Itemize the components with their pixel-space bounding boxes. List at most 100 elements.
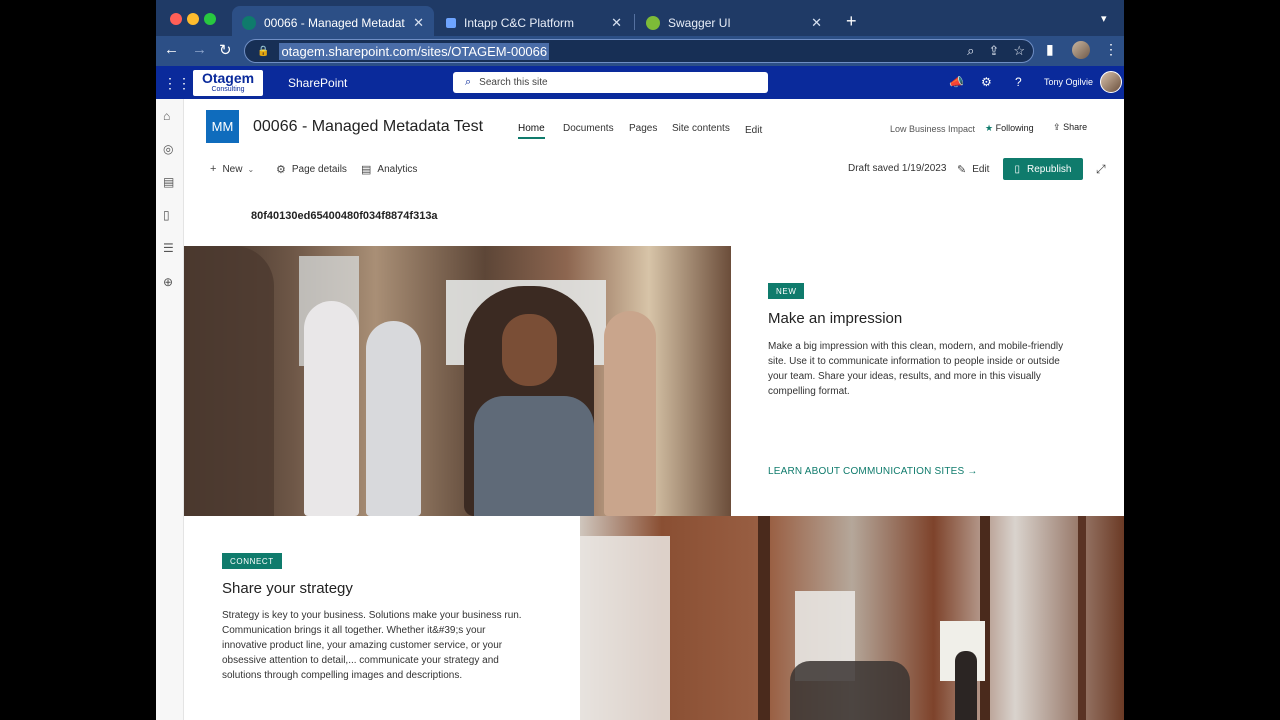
site-logo[interactable]: MM: [206, 110, 239, 143]
close-window-button[interactable]: [170, 13, 182, 25]
browser-tab-sharepoint[interactable]: 00066 - Managed Metadata Te ✕: [232, 6, 434, 40]
swagger-favicon-icon: [646, 16, 660, 30]
zoom-icon[interactable]: ⌕: [967, 43, 974, 59]
user-name[interactable]: Tony Ogilvie: [1044, 77, 1093, 87]
globe-icon[interactable]: ◎: [163, 142, 173, 156]
new-tab-button[interactable]: +: [846, 11, 857, 32]
edit-label: Edit: [972, 164, 990, 175]
nav-edit[interactable]: Edit: [745, 125, 762, 136]
tab-search-chevron-icon[interactable]: ▾: [1101, 12, 1107, 25]
help-icon[interactable]: ?: [1015, 75, 1022, 89]
browser-window: 00066 - Managed Metadata Te ✕ Intapp C&C…: [156, 0, 1124, 720]
new-button[interactable]: + New ⌄: [210, 163, 254, 175]
nav-home[interactable]: Home: [518, 123, 545, 139]
bookmark-star-icon[interactable]: ☆: [1013, 43, 1025, 59]
tab-title: Swagger UI: [668, 16, 731, 30]
tag-new: NEW: [768, 283, 805, 299]
person-silhouette: [304, 301, 359, 516]
glass-wall-frame: [758, 516, 770, 720]
home-icon[interactable]: ⌂: [163, 109, 170, 123]
classification-label: Low Business Impact: [890, 124, 976, 134]
plus-icon: +: [210, 163, 217, 175]
close-tab-icon[interactable]: ✕: [611, 15, 622, 31]
search-icon: ⌕: [465, 76, 472, 88]
logo-subtext: Consulting: [211, 86, 245, 93]
share-page-icon[interactable]: ⇪: [988, 43, 999, 59]
share-button[interactable]: ⇪ Share: [1053, 122, 1087, 133]
browser-toolbar: ← → ↻ 🔒 otagem.sharepoint.com/sites/OTAG…: [156, 36, 1124, 66]
republish-button[interactable]: ▯ Republish: [1003, 158, 1083, 180]
close-tab-icon[interactable]: ✕: [413, 15, 424, 31]
tab-strip: 00066 - Managed Metadata Te ✕ Intapp C&C…: [156, 0, 1124, 40]
page-details-label: Page details: [291, 164, 347, 175]
lock-icon: 🔒: [257, 45, 270, 57]
gear-icon: ⚙: [276, 164, 286, 176]
logo-text: Otagem: [201, 70, 255, 86]
new-label: New: [222, 163, 243, 175]
person-silhouette: [604, 311, 656, 516]
nav-site-contents[interactable]: Site contents: [672, 123, 730, 134]
draft-status: Draft saved 1/19/2023: [848, 163, 947, 174]
document-icon[interactable]: ▯: [163, 208, 170, 222]
browser-menu-icon[interactable]: ⋮: [1104, 41, 1118, 58]
browser-tab-swagger[interactable]: Swagger UI ✕: [636, 6, 832, 40]
foreground-blur: [184, 246, 274, 516]
back-arrow-icon[interactable]: ←: [164, 41, 179, 58]
meeting-people: [790, 661, 910, 720]
tab-separator: [634, 14, 635, 30]
company-logo[interactable]: Otagem Consulting: [193, 70, 263, 96]
address-bar[interactable]: 🔒 otagem.sharepoint.com/sites/OTAGEM-000…: [244, 39, 1034, 63]
follow-label: Following: [995, 123, 1034, 133]
tab-title: 00066 - Managed Metadata Te: [264, 16, 405, 30]
hero-image-glass-office[interactable]: [580, 516, 1124, 720]
analytics-button[interactable]: ▤ Analytics: [361, 163, 417, 176]
card-title[interactable]: Share your strategy: [222, 580, 353, 597]
share-icon: ⇪: [1053, 122, 1061, 132]
suite-bar: ⋮⋮⋮ Otagem Consulting SharePoint ⌕ Searc…: [156, 66, 1124, 99]
megaphone-icon[interactable]: 📣: [949, 75, 964, 89]
learn-more-link[interactable]: LEARN ABOUT COMMUNICATION SITES →: [768, 466, 978, 477]
person-silhouette: [366, 321, 421, 516]
sharepoint-favicon-icon: [242, 16, 256, 30]
nav-pages[interactable]: Pages: [629, 123, 657, 134]
page-id-text: 80f40130ed65400480f034f8874f313a: [251, 210, 438, 222]
page-details-button[interactable]: ⚙ Page details: [276, 163, 347, 176]
card-description: Strategy is key to your business. Soluti…: [222, 610, 522, 681]
share-label: Share: [1063, 122, 1088, 132]
edit-button[interactable]: ✎ Edit: [957, 163, 989, 176]
tag-connect: CONNECT: [222, 553, 282, 569]
sharepoint-link[interactable]: SharePoint: [288, 76, 347, 90]
site-search-input[interactable]: ⌕ Search this site: [453, 72, 768, 93]
hero-image-office-meeting[interactable]: [184, 246, 731, 516]
url-text[interactable]: otagem.sharepoint.com/sites/OTAGEM-00066: [279, 42, 550, 60]
nav-documents[interactable]: Documents: [563, 123, 614, 134]
star-icon: ★: [985, 123, 994, 133]
side-panel-icon[interactable]: ▮: [1046, 41, 1054, 58]
create-plus-icon[interactable]: ⊕: [163, 275, 173, 289]
tab-title: Intapp C&C Platform: [464, 16, 575, 30]
republish-label: Republish: [1027, 163, 1072, 175]
profile-avatar[interactable]: [1072, 41, 1090, 59]
reload-icon[interactable]: ↻: [219, 41, 232, 59]
card-description: Make a big impression with this clean, m…: [768, 341, 1064, 397]
maximize-window-button[interactable]: [204, 13, 216, 25]
close-tab-icon[interactable]: ✕: [811, 15, 822, 31]
browser-tab-intapp[interactable]: Intapp C&C Platform ✕: [436, 6, 632, 40]
minimize-window-button[interactable]: [187, 13, 199, 25]
woman-face: [502, 314, 557, 386]
settings-gear-icon[interactable]: ⚙: [981, 75, 992, 89]
chevron-down-icon: ⌄: [247, 164, 255, 174]
news-icon[interactable]: ▤: [163, 175, 174, 189]
app-bar: ⌂ ◎ ▤ ▯ ☰ ⊕: [156, 99, 184, 720]
glass-wall-frame: [980, 516, 990, 720]
site-title[interactable]: 00066 - Managed Metadata Test: [253, 118, 483, 136]
lists-icon[interactable]: ☰: [163, 241, 174, 255]
presenter: [955, 651, 977, 720]
follow-button[interactable]: ★ Following: [985, 123, 1034, 134]
forward-arrow-icon[interactable]: →: [192, 41, 207, 58]
card-title[interactable]: Make an impression: [768, 310, 902, 327]
search-placeholder: Search this site: [479, 77, 548, 88]
expand-icon[interactable]: ⤢: [1096, 162, 1106, 177]
user-avatar[interactable]: [1100, 71, 1122, 93]
glass-wall-frame: [1078, 516, 1086, 720]
